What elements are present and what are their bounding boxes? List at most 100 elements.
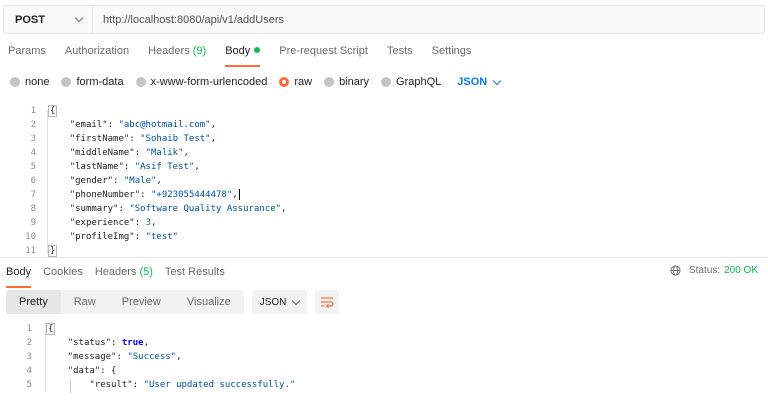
response-line: 5 "result": "User updated successfully." — [0, 378, 768, 392]
request-url-bar: POST — [3, 5, 765, 34]
radio-form-data[interactable]: form-data — [61, 76, 124, 88]
radio-graphql[interactable]: GraphQL — [381, 76, 441, 88]
radio-graphql-label: GraphQL — [396, 76, 442, 88]
radio-binary[interactable]: binary — [324, 76, 369, 88]
code-text: "experience": 3, — [69, 218, 157, 228]
response-line: 4 "data": { — [0, 364, 768, 378]
json-punctuation: , — [194, 162, 200, 172]
code-line: 4 "middleName": "Malik", — [0, 146, 768, 160]
method-label: POST — [15, 13, 45, 26]
code-text: "result": "User updated successfully." — [89, 380, 296, 390]
json-value: "Sohaib Test" — [140, 134, 211, 144]
body-indicator-dot — [254, 47, 261, 54]
body-format-label: JSON — [457, 76, 488, 88]
code-text: "email": "abc@hotmail.com", — [69, 120, 217, 130]
code-text: "profileImg": "test" — [69, 232, 179, 242]
radio-urlencoded[interactable]: x-www-form-urlencoded — [135, 76, 268, 88]
radio-none-label: none — [25, 76, 50, 88]
json-punctuation: , — [150, 218, 157, 228]
tab-response-cookies[interactable]: Cookies — [43, 266, 83, 284]
visualize-button[interactable]: Visualize — [174, 290, 244, 314]
line-number: 5 — [26, 380, 32, 390]
code-line: 2 "email": "abc@hotmail.com", — [0, 118, 768, 132]
line-number: 3 — [30, 134, 36, 144]
line-number: 4 — [30, 148, 36, 158]
code-text: "message": "Success", — [67, 352, 182, 362]
code-text: "data": { — [67, 366, 117, 376]
preview-button[interactable]: Preview — [109, 290, 174, 314]
body-format-select[interactable]: JSON — [457, 76, 502, 88]
json-value: "Male" — [123, 176, 157, 186]
json-punctuation: , — [183, 148, 189, 158]
json-key: "lastName" — [69, 162, 124, 172]
line-number: 4 — [26, 366, 32, 376]
response-tabs: Body Cookies Headers (5) Test Results — [6, 266, 237, 288]
line-number: 10 — [25, 232, 36, 242]
line-number: 11 — [25, 246, 36, 256]
json-punctuation: , — [232, 190, 238, 200]
json-brace: { — [111, 366, 117, 376]
radio-urlencoded-label: x-www-form-urlencoded — [150, 76, 268, 88]
code-text: "middleName": "Malik", — [69, 148, 189, 158]
json-punctuation: , — [210, 134, 217, 144]
line-number: 3 — [26, 352, 32, 362]
chevron-down-icon — [291, 296, 300, 305]
radio-circle — [10, 77, 20, 87]
tab-response-body[interactable]: Body — [6, 266, 32, 288]
radio-form-data-label: form-data — [76, 76, 124, 88]
code-line: 10 "profileImg": "test" — [0, 230, 768, 244]
line-number: 6 — [30, 176, 36, 186]
code-text: { — [46, 322, 56, 336]
radio-none[interactable]: none — [10, 76, 49, 88]
response-format-select[interactable]: JSON — [251, 290, 307, 314]
tab-settings[interactable]: Settings — [432, 45, 472, 63]
headers-count: (9) — [192, 45, 207, 57]
status-value[interactable]: 200 OK — [724, 265, 758, 276]
json-key: "email" — [69, 120, 108, 130]
json-value: "Success" — [127, 352, 177, 362]
chevron-down-icon — [74, 13, 84, 23]
wrap-lines-button[interactable] — [314, 290, 339, 314]
method-select[interactable]: POST — [4, 6, 93, 33]
json-key: "experience" — [69, 218, 135, 228]
json-key: "firstName" — [69, 134, 130, 144]
tab-headers[interactable]: Headers (9) — [148, 45, 206, 63]
pretty-button[interactable]: Pretty — [6, 290, 61, 314]
radio-circle — [381, 77, 392, 87]
tab-pre-request-script[interactable]: Pre-request Script — [279, 45, 368, 63]
tab-body[interactable]: Body — [225, 45, 261, 67]
json-key: "middleName" — [69, 148, 135, 158]
line-number: 2 — [30, 120, 36, 130]
radio-circle-selected — [279, 77, 290, 87]
code-line: 11} — [0, 244, 768, 258]
json-punctuation: , — [143, 338, 149, 348]
json-value: true — [121, 338, 144, 348]
globe-icon[interactable] — [670, 265, 681, 276]
code-text: "summary": "Software Quality Assurance", — [69, 204, 287, 214]
tab-response-headers[interactable]: Headers (5) — [95, 266, 153, 284]
url-input[interactable] — [93, 6, 764, 33]
tab-body-label: Body — [225, 45, 251, 57]
response-format-label: JSON — [259, 296, 287, 308]
line-number: 1 — [30, 106, 36, 116]
line-number: 1 — [26, 324, 32, 334]
line-number: 8 — [30, 204, 36, 214]
tab-test-results[interactable]: Test Results — [165, 266, 225, 284]
code-line: 5 "lastName": "Asif Test", — [0, 160, 768, 174]
wrap-lines-icon — [320, 297, 334, 308]
tab-authorization[interactable]: Authorization — [65, 45, 129, 63]
code-line: 3 "firstName": "Sohaib Test", — [0, 132, 768, 146]
response-toolbar: Pretty Raw Preview Visualize JSON — [6, 290, 339, 314]
line-number: 9 — [30, 218, 36, 228]
radio-raw[interactable]: raw — [279, 76, 312, 88]
tab-tests[interactable]: Tests — [387, 45, 413, 63]
code-line: 6 "gender": "Male", — [0, 174, 768, 188]
response-line: 2 "status": true, — [0, 336, 768, 350]
tab-headers-label: Headers — [148, 45, 190, 57]
tab-params[interactable]: Params — [8, 45, 46, 63]
body-type-options: none form-data x-www-form-urlencoded raw… — [10, 74, 502, 90]
raw-button[interactable]: Raw — [61, 290, 109, 314]
json-key: "phoneNumber" — [69, 190, 141, 200]
json-value: "+923055444478" — [150, 190, 233, 200]
code-text: "phoneNumber": "+923055444478", — [69, 189, 240, 200]
